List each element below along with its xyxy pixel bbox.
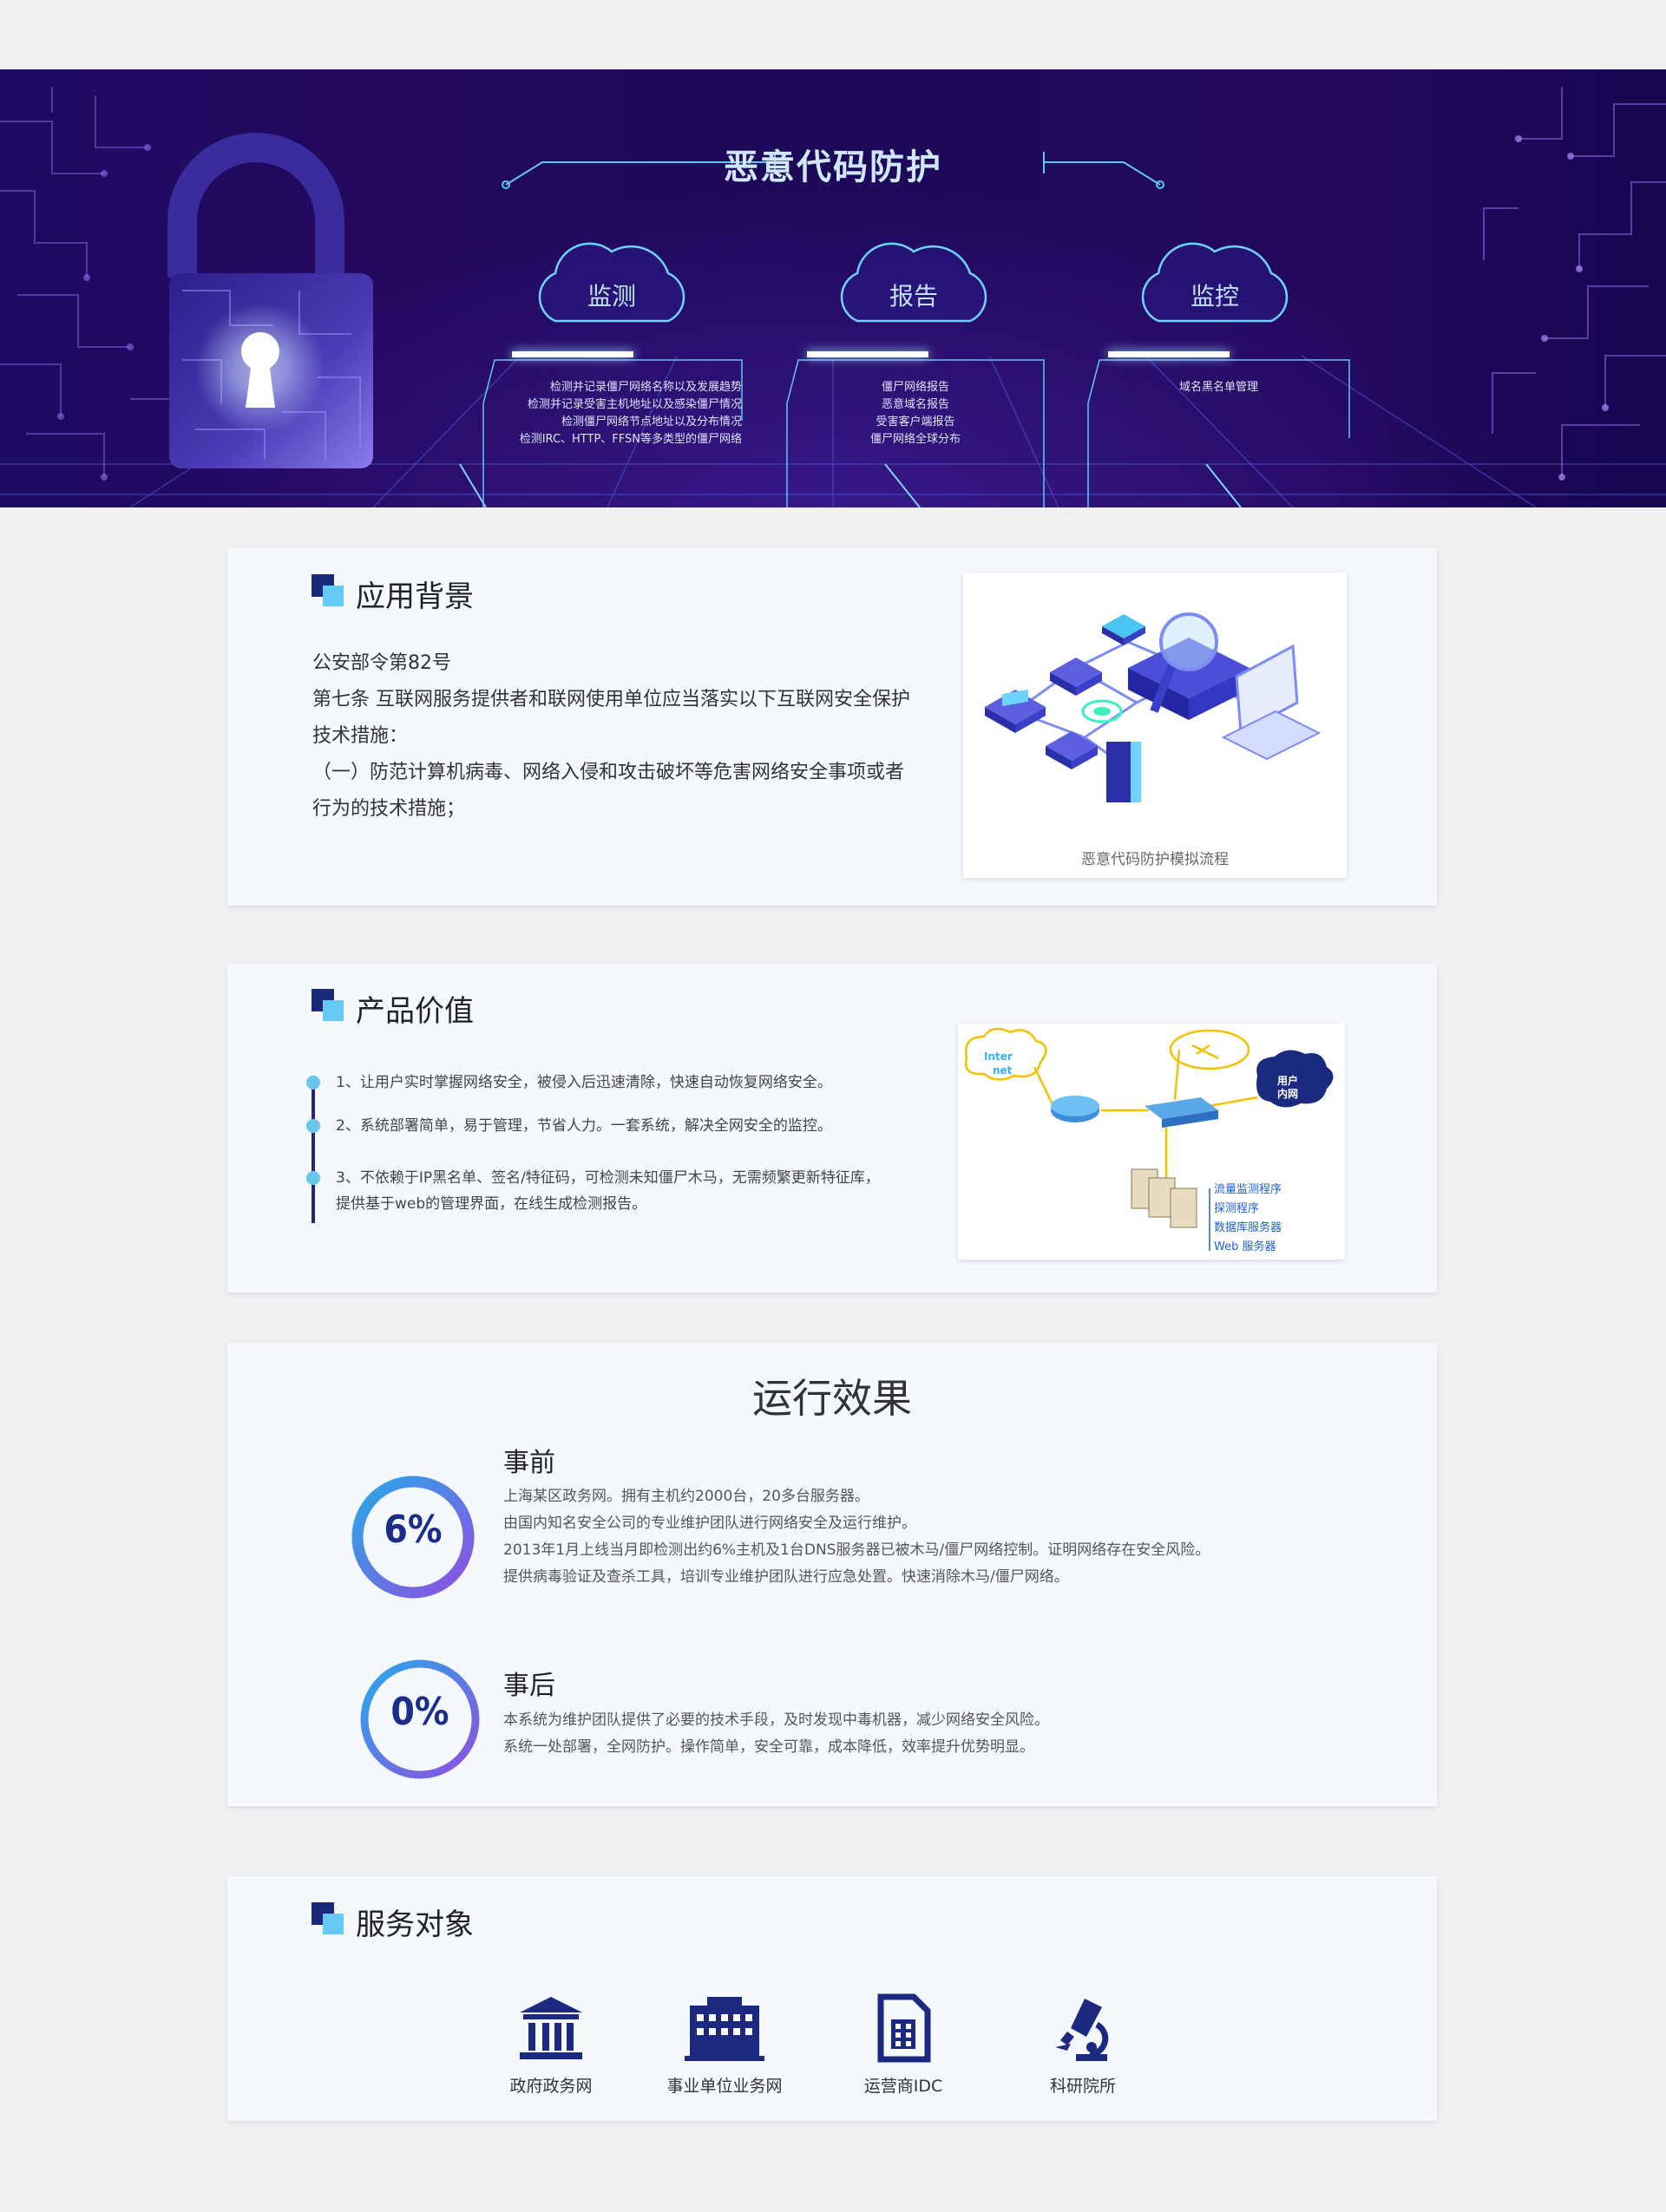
percent-after: 0% [390, 1690, 449, 1734]
value-item: 1、让用户实时掌握网络安全，被侵入后迅速清除，快速自动恢复网络安全。 [336, 1074, 832, 1091]
network-topology-illustration: Inter net 用户 内网 流量监测程序 探测程序 数据库服务器 Web 服… [964, 1027, 1334, 1253]
image-caption: 恶意代码防护模拟流程 [1081, 851, 1229, 868]
cloud-monitor: 监测 [529, 234, 694, 330]
section-icon [312, 574, 344, 607]
service-item-idc[interactable]: 运营商IDC [834, 1993, 973, 2097]
section-title: 应用背景 [356, 579, 474, 614]
panel-line: 检测并记录受害主机地址以及感染僵尸情况 [527, 398, 742, 411]
value-timeline [312, 1076, 315, 1223]
panel-line: 检测IRC、HTTP、FFSN等多类型的僵尸网络 [519, 433, 742, 446]
background-paragraph: （一）防范计算机病毒、网络入侵和攻击破坏等危害网络安全事项或者行为的技术措施； [312, 762, 905, 820]
panel-highlight-bar [512, 351, 633, 357]
value-item: 2、系统部署简单，易于管理，节省人力。一套系统，解决全网安全的监控。 [336, 1117, 832, 1135]
effect-heading-after: 事后 [503, 1671, 555, 1701]
timeline-dot [306, 1076, 320, 1090]
user-net-label-2: 内网 [1277, 1087, 1298, 1100]
server-label: 数据库服务器 [1214, 1221, 1282, 1234]
isometric-network-illustration [985, 612, 1322, 802]
cloud-report: 报告 [831, 234, 996, 330]
network-diagram: Inter net 用户 内网 流量监测程序 探测程序 数据库服务器 Web 服… [958, 1024, 1345, 1260]
section-title: 服务对象 [356, 1908, 474, 1942]
panel-highlight-bar [1108, 351, 1230, 357]
office-building-icon [685, 1997, 764, 2061]
service-card: 服务对象 政府政务网 事业单位业务网 运营商IDC 科研院所 [227, 1876, 1437, 2121]
timeline-dot [306, 1119, 320, 1133]
effect-body-after: 本系统为维护团队提供了必要的技术手段，及时发现中毒机器，减少网络安全风险。 系统… [503, 1707, 1049, 1761]
panel-line: 僵尸网络报告 [881, 381, 949, 394]
service-label: 事业单位业务网 [666, 2077, 783, 2096]
background-paragraph: 第七条 互联网服务提供者和联网使用单位应当落实以下互联网安全保护技术措施： [312, 689, 910, 747]
internet-label-1: Inter [984, 1050, 1013, 1063]
cloud-label: 报告 [889, 282, 938, 311]
panel-frame [1087, 359, 1350, 507]
server-label: Web 服务器 [1214, 1240, 1276, 1253]
effect-line: 由国内知名安全公司的专业维护团队进行网络安全及运行维护。 [503, 1515, 916, 1532]
panel-line: 僵尸网络全球分布 [869, 433, 961, 446]
panel-lines: 僵尸网络报告 恶意域名报告 受害客户端报告 僵尸网络全球分布 [785, 379, 1046, 448]
effect-card: 运行效果 6% 事前 上海某区政务网。拥有主机约2000台，20多台服务器。 由… [227, 1343, 1437, 1806]
service-item-government[interactable]: 政府政务网 [482, 1993, 620, 2097]
hero-banner: 恶意代码防护 监测 报告 监控 检测并记录僵尸网络名称以及发展趋势 检测并记录受… [0, 69, 1666, 507]
background-text: 公安部令第82号 第七条 互联网服务提供者和联网使用单位应当落实以下互联网安全保… [312, 645, 920, 828]
panel-monitor: 检测并记录僵尸网络名称以及发展趋势 检测并记录受害主机地址以及感染僵尸情况 检测… [482, 351, 751, 507]
cloud-label: 监控 [1190, 282, 1239, 311]
panel-line: 检测并记录僵尸网络名称以及发展趋势 [549, 381, 742, 394]
server-label: 流量监测程序 [1214, 1183, 1282, 1196]
panel-line: 域名黑名单管理 [1178, 381, 1258, 394]
panel-lines: 检测并记录僵尸网络名称以及发展趋势 检测并记录受害主机地址以及感染僵尸情况 检测… [520, 379, 742, 448]
service-label: 科研院所 [1049, 2077, 1116, 2096]
cloud-control: 监控 [1132, 234, 1297, 330]
panel-line: 受害客户端报告 [876, 416, 955, 429]
service-item-institution[interactable]: 事业单位业务网 [655, 1993, 794, 2097]
service-label: 政府政务网 [509, 2077, 593, 2096]
effect-line: 上海某区政务网。拥有主机约2000台，20多台服务器。 [503, 1488, 869, 1505]
value-item: 提供基于web的管理界面，在线生成检测报告。 [336, 1195, 647, 1213]
microscope-icon [1055, 1999, 1109, 2061]
panel-control: 域名黑名单管理 [1086, 351, 1351, 507]
government-building-icon [520, 1997, 582, 2059]
user-net-label-1: 用户 [1276, 1074, 1298, 1087]
internet-label-2: net [993, 1064, 1013, 1077]
service-item-research[interactable]: 科研院所 [1013, 1993, 1152, 2097]
hero-title: 恶意代码防护 [724, 147, 942, 187]
cloud-label: 监测 [587, 282, 636, 311]
panel-lines: 域名黑名单管理 [1086, 379, 1351, 396]
service-label: 运营商IDC [863, 2077, 943, 2096]
background-card: 应用背景 公安部令第82号 第七条 互联网服务提供者和联网使用单位应当落实以下互… [227, 548, 1437, 906]
panel-highlight-bar [807, 351, 928, 357]
effect-body-before: 上海某区政务网。拥有主机约2000台，20多台服务器。 由国内知名安全公司的专业… [503, 1483, 1210, 1591]
panel-line: 恶意域名报告 [881, 398, 949, 411]
sim-card-icon [877, 1993, 931, 2063]
server-label: 探测程序 [1214, 1202, 1259, 1215]
effect-line: 系统一处部署，全网防护。操作简单，安全可靠，成本降低，效率提升优势明显。 [503, 1738, 1034, 1756]
section-title: 产品价值 [356, 994, 474, 1029]
panel-line: 检测僵尸网络节点地址以及分布情况 [561, 416, 742, 429]
effect-line: 本系统为维护团队提供了必要的技术手段，及时发现中毒机器，减少网络安全风险。 [503, 1711, 1049, 1729]
section-title: 运行效果 [752, 1375, 912, 1422]
process-image: 恶意代码防护模拟流程 [963, 573, 1347, 878]
value-card: 产品价值 1、让用户实时掌握网络安全，被侵入后迅速清除，快速自动恢复网络安全。 … [227, 963, 1437, 1293]
section-icon [312, 989, 344, 1022]
effect-line: 提供病毒验证及查杀工具，培训专业维护团队进行应急处置。快速消除木马/僵尸网络。 [503, 1568, 1069, 1586]
value-item: 3、不依赖于IP黑名单、签名/特征码，可检测未知僵尸木马，无需频繁更新特征库， [336, 1169, 880, 1187]
percent-before: 6% [384, 1508, 443, 1552]
effect-heading-before: 事前 [503, 1448, 555, 1478]
section-icon [312, 1902, 344, 1935]
timeline-dot [306, 1171, 320, 1185]
effect-line: 2013年1月上线当月即检测出约6%主机及1台DNS服务器已被木马/僵尸网络控制… [503, 1541, 1210, 1559]
panel-report: 僵尸网络报告 恶意域名报告 受害客户端报告 僵尸网络全球分布 [785, 351, 1046, 507]
background-paragraph: 公安部令第82号 [312, 652, 451, 674]
